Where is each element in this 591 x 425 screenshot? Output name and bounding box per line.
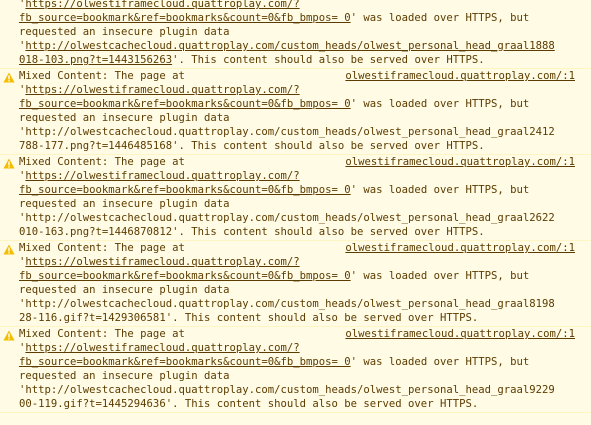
message-line: 'https://olwestiframecloud.quattroplay.c… [19, 83, 591, 97]
message-line: 788-177.png?t=1446485168'. This content … [19, 139, 591, 153]
message-line: 'http://olwestcachecloud.quattroplay.com… [19, 125, 591, 139]
console-message: Mixed Content: The page at olwestiframecl… [0, 241, 591, 327]
message-header: Mixed Content: The page at olwestiframecl… [19, 155, 591, 169]
message-text: ' was loaded over HTTPS, but [350, 356, 530, 368]
message-line: requested an insecure plugin data [19, 197, 591, 211]
url-link[interactable]: http://olwestcachecloud.quattroplay.com/… [25, 40, 554, 52]
message-line: 00-119.gif?t=1445294636'. This content s… [19, 397, 591, 411]
message-line: fb_source=bookmark&ref=bookmarks&count=0… [19, 355, 591, 369]
message-line: 'http://olwestcachecloud.quattroplay.com… [19, 39, 591, 53]
url-link[interactable]: 018-103.png?t=1443156263 [19, 54, 172, 66]
message-text: 'http://olwestcachecloud.quattroplay.com… [19, 212, 555, 224]
url-link[interactable]: https://olwestiframecloud.quattroplay.co… [25, 342, 299, 354]
warning-icon [3, 72, 15, 83]
message-text: requested an insecure plugin data [19, 26, 230, 38]
message-text: ' was loaded over HTTPS, but [350, 12, 530, 24]
message-title: Mixed Content: The page at [19, 242, 185, 254]
message-text: requested an insecure plugin data [19, 370, 230, 382]
message-line: requested an insecure plugin data [19, 25, 591, 39]
message-line: 'http://olwestcachecloud.quattroplay.com… [19, 297, 591, 311]
message-line: requested an insecure plugin data [19, 283, 591, 297]
url-link[interactable]: https://olwestiframecloud.quattroplay.co… [25, 170, 299, 182]
message-text: requested an insecure plugin data [19, 284, 230, 296]
message-text: requested an insecure plugin data [19, 112, 230, 124]
message-title: Mixed Content: The page at [19, 70, 185, 82]
url-link[interactable]: https://olwestiframecloud.quattroplay.co… [25, 256, 299, 268]
warning-icon [3, 330, 15, 341]
message-text: ' was loaded over HTTPS, but [350, 98, 530, 110]
source-link[interactable]: olwestiframecloud.quattroplay.com/:1 [345, 69, 575, 83]
message-line: 018-103.png?t=1443156263'. This content … [19, 53, 591, 67]
warning-icon [3, 244, 15, 255]
message-line: 'https://olwestiframecloud.quattroplay.c… [19, 169, 591, 183]
warning-icon [3, 158, 15, 169]
message-line: fb_source=bookmark&ref=bookmarks&count=0… [19, 97, 591, 111]
console-message: Mixed Content: The page at olwestiframecl… [0, 327, 591, 413]
url-link[interactable]: https://olwestiframecloud.quattroplay.co… [25, 84, 299, 96]
message-line: fb_source=bookmark&ref=bookmarks&count=0… [19, 11, 591, 25]
message-line: fb_source=bookmark&ref=bookmarks&count=0… [19, 269, 591, 283]
message-text: 28-116.gif?t=1429306581'. This content s… [19, 312, 479, 324]
url-link[interactable]: fb_source=bookmark&ref=bookmarks&count=0… [19, 184, 351, 196]
url-link[interactable]: https://olwestiframecloud.quattroplay.co… [25, 0, 299, 10]
console-message: Mixed Content: The page at olwestiframecl… [0, 69, 591, 155]
message-line: requested an insecure plugin data [19, 111, 591, 125]
console-message: 'https://olwestiframecloud.quattroplay.c… [0, 0, 591, 69]
message-text: requested an insecure plugin data [19, 198, 230, 210]
source-link[interactable]: olwestiframecloud.quattroplay.com/:1 [345, 155, 575, 169]
message-line: 28-116.gif?t=1429306581'. This content s… [19, 311, 591, 325]
url-link[interactable]: fb_source=bookmark&ref=bookmarks&count=0… [19, 98, 351, 110]
message-text: ' was loaded over HTTPS, but [350, 184, 530, 196]
message-line: 010-163.png?t=1446870812'. This content … [19, 225, 591, 239]
message-text: 'http://olwestcachecloud.quattroplay.com… [19, 384, 555, 396]
console-messages: 'https://olwestiframecloud.quattroplay.c… [0, 0, 591, 413]
message-line: 'https://olwestiframecloud.quattroplay.c… [19, 341, 591, 355]
source-link[interactable]: olwestiframecloud.quattroplay.com/:1 [345, 327, 575, 341]
message-header: Mixed Content: The page at olwestiframecl… [19, 327, 591, 341]
message-line: requested an insecure plugin data [19, 369, 591, 383]
source-link[interactable]: olwestiframecloud.quattroplay.com/:1 [345, 241, 575, 255]
url-link[interactable]: fb_source=bookmark&ref=bookmarks&count=0… [19, 356, 351, 368]
message-header: Mixed Content: The page at olwestiframecl… [19, 241, 591, 255]
message-text: 00-119.gif?t=1445294636'. This content s… [19, 398, 479, 410]
message-title: Mixed Content: The page at [19, 328, 185, 340]
message-line: fb_source=bookmark&ref=bookmarks&count=0… [19, 183, 591, 197]
message-line: 'http://olwestcachecloud.quattroplay.com… [19, 383, 591, 397]
message-text: ' was loaded over HTTPS, but [350, 270, 530, 282]
url-link[interactable]: fb_source=bookmark&ref=bookmarks&count=0… [19, 270, 351, 282]
message-text: 'http://olwestcachecloud.quattroplay.com… [19, 126, 555, 138]
url-link[interactable]: fb_source=bookmark&ref=bookmarks&count=0… [19, 12, 351, 24]
console-message: Mixed Content: The page at olwestiframecl… [0, 155, 591, 241]
message-text: '. This content should also be served ov… [172, 54, 485, 66]
message-title: Mixed Content: The page at [19, 156, 185, 168]
message-text: 010-163.png?t=1446870812'. This content … [19, 226, 485, 238]
message-line: 'http://olwestcachecloud.quattroplay.com… [19, 211, 591, 225]
message-text: 'http://olwestcachecloud.quattroplay.com… [19, 298, 555, 310]
message-text: 788-177.png?t=1446485168'. This content … [19, 140, 485, 152]
message-header: Mixed Content: The page at olwestiframecl… [19, 69, 591, 83]
message-line: 'https://olwestiframecloud.quattroplay.c… [19, 255, 591, 269]
message-line: 'https://olwestiframecloud.quattroplay.c… [19, 0, 591, 11]
